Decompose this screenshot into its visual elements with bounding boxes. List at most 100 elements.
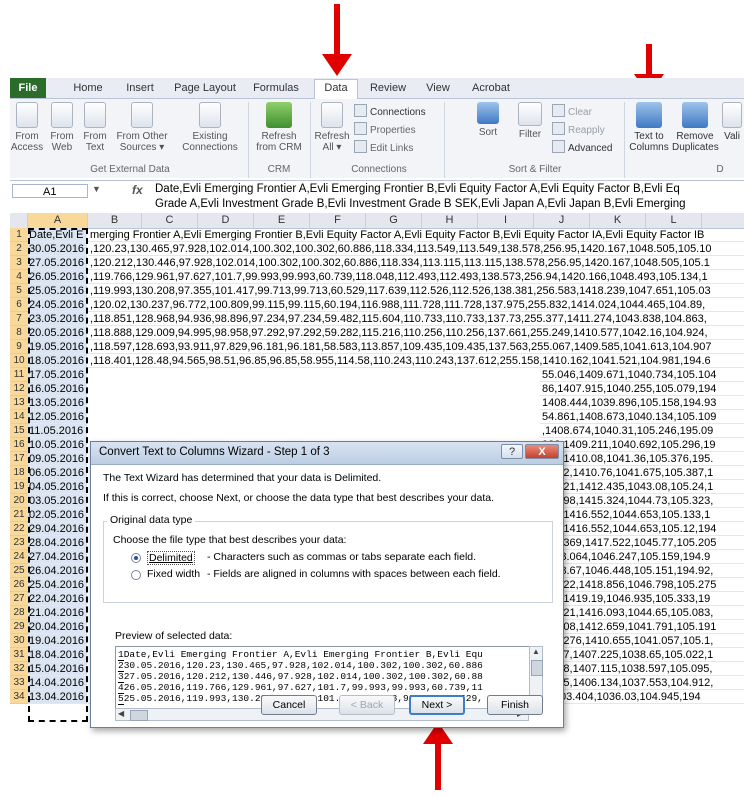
row-header[interactable]: 29 xyxy=(10,620,28,634)
help-button[interactable]: ? xyxy=(501,444,523,459)
cell-overflow-text[interactable]: 56.121,1416.093,1044.65,105.083, xyxy=(540,606,744,620)
cell-a[interactable]: 06.05.2016 xyxy=(28,466,87,480)
cell-a[interactable]: 02.05.2016 xyxy=(28,508,87,522)
dialog-title-bar[interactable]: Convert Text to Columns Wizard - Step 1 … xyxy=(91,442,563,465)
row-header[interactable]: 25 xyxy=(10,564,28,578)
cell-overflow-text[interactable]: ,120.02,130.237,96.772,100.809,99.115,99… xyxy=(88,298,744,312)
formula-input[interactable]: Date,Evli Emerging Frontier A,Evli Emerg… xyxy=(155,182,743,212)
cell-overflow-text[interactable]: 678,1419.19,1046.935,105.333,19 xyxy=(540,592,744,606)
row-header[interactable]: 14 xyxy=(10,410,28,424)
tab-acrobat[interactable]: Acrobat xyxy=(466,80,516,97)
row-header[interactable]: 22 xyxy=(10,522,28,536)
cell-overflow-text[interactable]: 1418.67,1046.448,105.151,194.92, xyxy=(540,564,744,578)
tab-formulas[interactable]: Formulas xyxy=(250,80,302,97)
cell-overflow-text[interactable]: 4.628,1407.115,1038.597,105.095, xyxy=(540,662,744,676)
row-header[interactable]: 20 xyxy=(10,494,28,508)
cell-overflow-text[interactable]: 86,1407.915,1040.255,105.079,194 xyxy=(540,382,744,396)
cell-a[interactable]: 27.05.2016 xyxy=(28,256,87,270)
cell-a[interactable]: 13.04.2016 xyxy=(28,690,87,704)
cell-overflow-text[interactable]: 256.369,1417.522,1045.77,105.205 xyxy=(540,536,744,550)
scrollbar-thumb[interactable] xyxy=(531,660,543,676)
text-to-columns-button[interactable]: Text to Columns xyxy=(628,102,670,153)
filter-button[interactable]: Filter xyxy=(514,102,546,140)
cell-overflow-text[interactable]: ,119.766,129.961,97.627,101.7,99.993,99.… xyxy=(88,270,744,284)
from-text-button[interactable]: From Text xyxy=(80,102,110,153)
row-header[interactable]: 6 xyxy=(10,298,28,312)
cell-a[interactable]: 20.05.2016 xyxy=(28,326,87,340)
cell-overflow-text[interactable]: 923,1409.211,1040.692,105.296,19 xyxy=(540,438,744,452)
cell-a[interactable]: 20.04.2016 xyxy=(28,620,87,634)
cell-overflow-text[interactable]: 081,1410.08,1041.36,105.376,195. xyxy=(540,452,744,466)
row-header[interactable]: 9 xyxy=(10,340,28,354)
row-header[interactable]: 1 xyxy=(10,228,28,242)
column-header-l[interactable]: L xyxy=(646,213,702,228)
delimited-radio-label[interactable]: Delimited xyxy=(147,551,195,565)
row-header[interactable]: 30 xyxy=(10,634,28,648)
cell-a[interactable]: 03.05.2016 xyxy=(28,494,87,508)
row-header[interactable]: 2 xyxy=(10,242,28,256)
insert-function-icon[interactable]: fx xyxy=(132,183,143,197)
select-all-corner[interactable] xyxy=(10,213,28,228)
refresh-all-button[interactable]: Refresh All ▾ xyxy=(314,102,350,153)
cell-overflow-text[interactable]: 1418.064,1046.247,105.159,194.9 xyxy=(540,550,744,564)
row-header[interactable]: 33 xyxy=(10,676,28,690)
cell-a[interactable]: 26.04.2016 xyxy=(28,564,87,578)
row-header[interactable]: 5 xyxy=(10,284,28,298)
cell-a[interactable]: 30.05.2016 xyxy=(28,242,87,256)
refresh-from-crm-button[interactable]: Refresh from CRM xyxy=(254,102,304,153)
tab-file[interactable]: File xyxy=(10,78,46,98)
sort-button[interactable]: Sort xyxy=(474,102,502,138)
row-header[interactable]: 7 xyxy=(10,312,28,326)
cell-a[interactable]: 23.05.2016 xyxy=(28,312,87,326)
cell-overflow-text[interactable]: 56.622,1418.856,1046.798,105.275 xyxy=(540,578,744,592)
row-header[interactable]: 34 xyxy=(10,690,28,704)
cell-overflow-text[interactable]: ,1408.674,1040.31,105.246,195.09 xyxy=(540,424,744,438)
row-header[interactable]: 32 xyxy=(10,662,28,676)
column-header-j[interactable]: J xyxy=(534,213,590,228)
clear-button[interactable]: Clear xyxy=(552,104,592,118)
cell-a[interactable]: 14.04.2016 xyxy=(28,676,87,690)
row-header[interactable]: 19 xyxy=(10,480,28,494)
cell-a[interactable]: 22.04.2016 xyxy=(28,592,87,606)
cell-a[interactable]: 24.05.2016 xyxy=(28,298,87,312)
row-header[interactable]: 18 xyxy=(10,466,28,480)
next-button[interactable]: Next > xyxy=(409,695,465,715)
cell-overflow-text[interactable]: ,118.597,128.693,93.911,97.829,96.181,96… xyxy=(88,340,744,354)
cell-a[interactable]: 27.04.2016 xyxy=(28,550,87,564)
tab-home[interactable]: Home xyxy=(68,80,108,97)
column-header-a[interactable]: A xyxy=(28,213,88,228)
cell-a[interactable]: 26.05.2016 xyxy=(28,270,87,284)
tab-data[interactable]: Data xyxy=(314,79,358,99)
row-header[interactable]: 15 xyxy=(10,424,28,438)
cell-overflow-text[interactable]: 55.046,1409.671,1040.734,105.104 xyxy=(540,368,744,382)
cell-overflow-text[interactable]: ,119.993,130.208,97.355,101.417,99.713,9… xyxy=(88,284,744,298)
cell-overflow-text[interactable]: merging Frontier A,Evli Emerging Frontie… xyxy=(88,228,744,242)
cell-a[interactable]: 19.05.2016 xyxy=(28,340,87,354)
data-validation-button[interactable]: Vali xyxy=(720,102,744,142)
close-button[interactable]: X xyxy=(525,444,559,459)
cell-overflow-text[interactable]: 54.861,1408.673,1040.134,105.109 xyxy=(540,410,744,424)
cell-overflow-text[interactable]: 55.998,1415.324,1044.73,105.323, xyxy=(540,494,744,508)
from-web-button[interactable]: From Web xyxy=(46,102,78,153)
row-header[interactable]: 23 xyxy=(10,536,28,550)
cell-a[interactable]: 04.05.2016 xyxy=(28,480,87,494)
column-header-k[interactable]: K xyxy=(590,213,646,228)
cell-overflow-text[interactable]: 255.276,1410.655,1041.057,105.1, xyxy=(540,634,744,648)
preview-horizontal-scrollbar[interactable]: ◀ ▶ xyxy=(115,708,529,721)
row-header[interactable]: 28 xyxy=(10,606,28,620)
fixed-width-radio[interactable] xyxy=(131,570,141,580)
cell-a[interactable]: 19.04.2016 xyxy=(28,634,87,648)
row-header[interactable]: 10 xyxy=(10,354,28,368)
cell-a[interactable]: 09.05.2016 xyxy=(28,452,87,466)
column-header-f[interactable]: F xyxy=(310,213,366,228)
cell-overflow-text[interactable]: ,120.23,130.465,97.928,102.014,100.302,1… xyxy=(88,242,744,256)
scroll-up-arrow-icon[interactable]: ▲ xyxy=(532,647,540,656)
existing-connections-button[interactable]: Existing Connections xyxy=(178,102,242,153)
connections-button[interactable]: Connections xyxy=(354,104,426,118)
cell-a[interactable]: 11.05.2016 xyxy=(28,424,87,438)
cell-a[interactable]: 15.04.2016 xyxy=(28,662,87,676)
column-header-b[interactable]: B xyxy=(88,213,142,228)
tab-review[interactable]: Review xyxy=(366,80,410,97)
cell-a[interactable]: 18.04.2016 xyxy=(28,648,87,662)
row-header[interactable]: 16 xyxy=(10,438,28,452)
